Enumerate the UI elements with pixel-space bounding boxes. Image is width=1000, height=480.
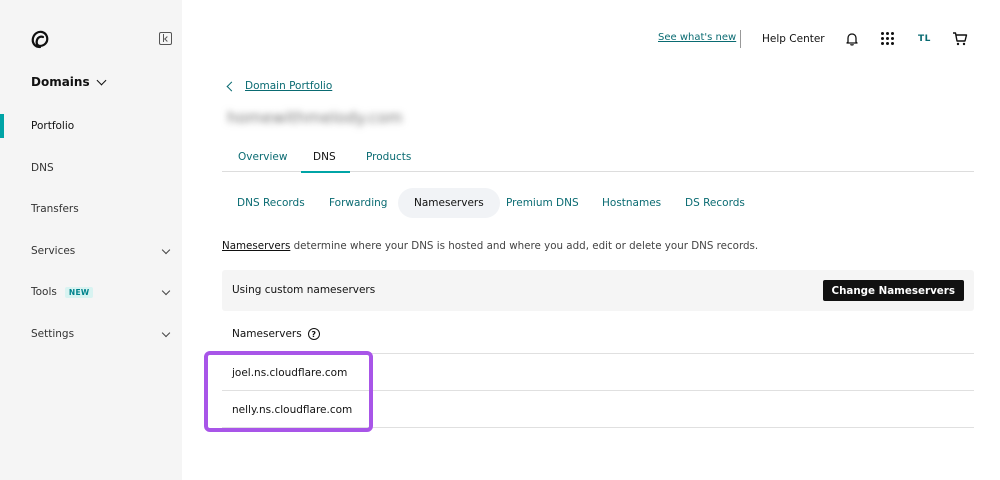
subtab-ds-records[interactable]: DS Records <box>669 188 761 218</box>
sidebar-item-portfolio[interactable]: Portfolio <box>0 111 182 141</box>
change-nameservers-button[interactable]: Change Nameservers <box>822 280 964 301</box>
domains-title: Domains <box>31 75 90 89</box>
tab-overview[interactable]: Overview <box>238 151 287 172</box>
subtab-nameservers[interactable]: Nameservers <box>398 188 500 218</box>
tab-products[interactable]: Products <box>366 151 411 172</box>
sidebar-item-label: DNS <box>31 162 54 174</box>
apps-grid-icon[interactable] <box>881 32 894 45</box>
subtab-dns-records[interactable]: DNS Records <box>221 188 321 218</box>
nameserver-status-panel: Using custom nameservers Change Nameserv… <box>222 270 974 311</box>
sidebar-item-tools[interactable]: Tools NEW <box>0 277 182 307</box>
nameservers-help-link[interactable]: Nameservers <box>222 240 290 252</box>
collapse-sidebar-icon[interactable] <box>159 32 172 45</box>
chevron-down-icon <box>96 75 107 85</box>
sidebar-item-label: Transfers <box>31 203 79 215</box>
bell-icon[interactable] <box>845 32 859 46</box>
sidebar-item-dns[interactable]: DNS <box>0 153 182 183</box>
subtab-forwarding[interactable]: Forwarding <box>313 188 403 218</box>
sidebar-item-label: Settings <box>31 328 75 340</box>
sidebar-item-settings[interactable]: Settings <box>0 319 182 349</box>
nameservers-header-label: Nameservers <box>232 328 302 340</box>
tab-dns[interactable]: DNS <box>301 151 349 173</box>
highlight-box <box>204 351 373 432</box>
sidebar-item-services[interactable]: Services <box>0 236 182 266</box>
chevron-down-icon <box>161 245 171 255</box>
breadcrumb-link[interactable]: Domain Portfolio <box>245 80 332 92</box>
description-text: determine where your DNS is hosted and w… <box>290 240 759 252</box>
whats-new-link[interactable]: See what's new <box>658 32 736 43</box>
help-icon[interactable]: ? <box>307 328 320 340</box>
new-badge: NEW <box>64 286 94 298</box>
cart-icon[interactable] <box>952 31 968 46</box>
help-center-link[interactable]: Help Center <box>762 33 825 45</box>
sidebar-item-transfers[interactable]: Transfers <box>0 194 182 224</box>
page-title: homewithmelody.com <box>227 108 403 127</box>
sidebar-item-label: Services <box>31 245 76 257</box>
nameservers-description: Nameservers determine where your DNS is … <box>222 240 758 252</box>
nameserver-status: Using custom nameservers <box>232 284 376 296</box>
avatar[interactable]: TL <box>918 34 931 44</box>
breadcrumb[interactable]: Domain Portfolio <box>226 80 332 92</box>
chevron-left-icon <box>226 81 237 92</box>
subtab-premium-dns[interactable]: Premium DNS <box>490 188 595 218</box>
godaddy-logo-icon[interactable] <box>30 29 50 49</box>
sidebar-item-label: Tools <box>31 286 57 298</box>
subtab-hostnames[interactable]: Hostnames <box>586 188 677 218</box>
nameservers-header: Nameservers ? <box>232 328 320 340</box>
sidebar: Domains Portfolio DNS Transfers Services… <box>0 0 182 480</box>
main-tabs: Overview DNS Products <box>222 142 974 173</box>
topbar-divider <box>740 30 741 48</box>
sidebar-item-label: Portfolio <box>31 120 75 132</box>
chevron-down-icon <box>161 286 171 296</box>
chevron-down-icon <box>161 328 171 338</box>
domains-menu[interactable]: Domains <box>31 75 107 89</box>
